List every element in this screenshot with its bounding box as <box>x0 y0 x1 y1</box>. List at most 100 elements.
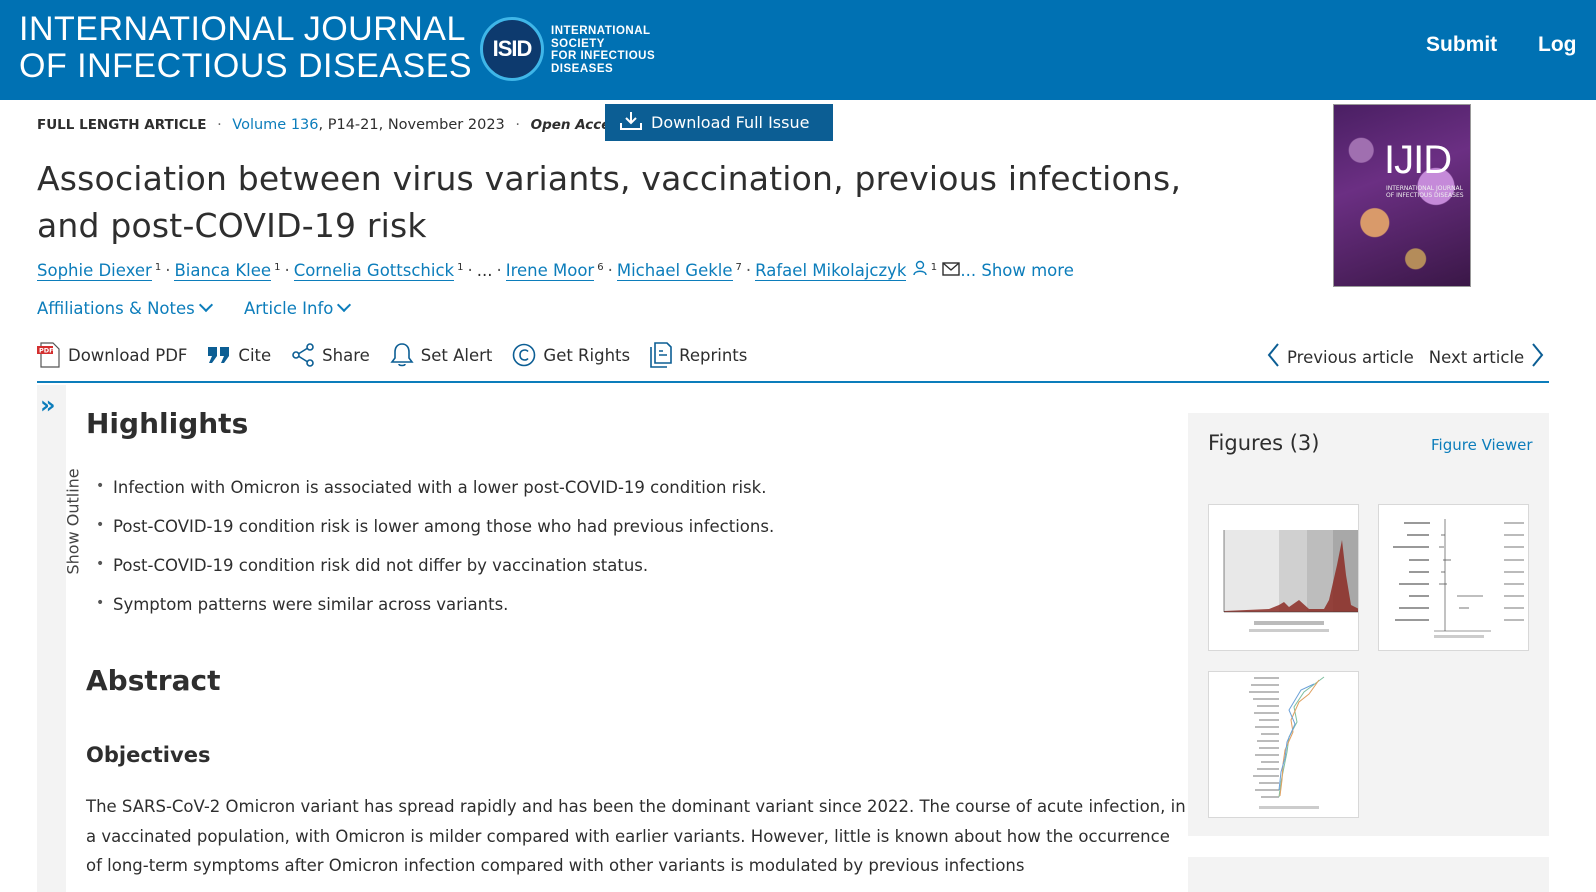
list-item: Post-COVID-19 condition risk is lower am… <box>96 517 774 556</box>
secondary-panel <box>1188 857 1549 892</box>
reprints-button[interactable]: Reprints <box>650 342 747 368</box>
article-title: Association between virus variants, vacc… <box>37 159 1182 245</box>
reprints-icon <box>650 342 672 368</box>
share-button[interactable]: Share <box>291 343 370 367</box>
chevron-down-icon <box>337 297 352 313</box>
objectives-paragraph: The SARS-CoV-2 Omicron variant has sprea… <box>86 797 1186 875</box>
cite-button[interactable]: Cite <box>207 345 271 365</box>
abstract-heading: Abstract <box>86 664 221 697</box>
share-label: Share <box>322 345 370 365</box>
get-rights-button[interactable]: Get Rights <box>512 343 630 367</box>
info-links: Affiliations & Notes Article Info <box>37 297 377 318</box>
download-pdf-label: Download PDF <box>68 345 188 365</box>
separator-dot: · <box>607 261 613 280</box>
author-link[interactable]: Bianca Klee <box>174 261 272 281</box>
isid-name-line: SOCIETY <box>551 37 605 50</box>
double-chevron-right-icon: » <box>40 391 56 419</box>
article-info-label: Article Info <box>243 299 334 318</box>
download-pdf-button[interactable]: PDF Download PDF <box>37 342 187 368</box>
objectives-heading: Objectives <box>86 743 211 767</box>
get-rights-label: Get Rights <box>543 345 631 365</box>
author-link[interactable]: Sophie Diexer <box>37 261 152 281</box>
email-icon[interactable] <box>942 261 961 280</box>
author-list: Sophie Diexer 1 · Bianca Klee 1 · Cornelia Got… <box>37 260 1074 281</box>
journal-cover-image[interactable]: IJID INTERNATIONAL JOURNAL OF INFECTIOUS… <box>1333 104 1471 287</box>
affiliations-notes-toggle[interactable]: Affiliations & Notes <box>37 297 213 318</box>
download-full-issue-button[interactable]: Download Full Issue <box>605 104 833 141</box>
share-icon <box>291 343 315 367</box>
author-affiliation-number: 1 <box>274 261 281 273</box>
journal-title-line2: OF INFECTIOUS DISEASES <box>19 47 473 85</box>
list-item: Symptom patterns were similar across var… <box>96 595 774 634</box>
list-item: Infection with Omicron is associated wit… <box>96 478 774 517</box>
show-outline-label: Show Outline <box>63 468 83 575</box>
journal-title-line1: INTERNATIONAL JOURNAL <box>19 10 466 48</box>
previous-article-label: Previous article <box>1287 347 1414 367</box>
separator-dot: · <box>284 261 290 280</box>
article-navigation: Previous article Next article <box>1266 342 1545 372</box>
cover-subtitle: INTERNATIONAL JOURNAL OF INFECTIOUS DISE… <box>1386 185 1464 199</box>
previous-article-link[interactable]: Previous article <box>1266 342 1414 372</box>
isid-name-line: DISEASES <box>551 62 614 75</box>
person-icon <box>912 260 928 280</box>
volume-link[interactable]: Volume 136 <box>232 117 318 133</box>
isid-name: INTERNATIONAL SOCIETY FOR INFECTIOUS DIS… <box>551 25 661 75</box>
isid-name-line: FOR INFECTIOUS <box>551 50 656 62</box>
show-outline-toggle[interactable]: » Show Outline <box>37 385 83 892</box>
set-alert-button[interactable]: Set Alert <box>390 342 493 368</box>
login-link[interactable]: Log <box>1538 33 1576 57</box>
separator-dot: · <box>496 261 502 280</box>
submit-link[interactable]: Submit <box>1426 33 1497 57</box>
author-affiliation-number: 1 <box>457 261 464 273</box>
quote-icon <box>207 345 231 365</box>
figures-panel: Figures (3) Figure Viewer <box>1188 413 1549 836</box>
author-link[interactable]: Irene Moor <box>505 261 595 281</box>
figure-thumbnail-1[interactable] <box>1208 504 1359 651</box>
cover-logo: IJID <box>1384 138 1452 182</box>
svg-text:PDF: PDF <box>39 347 54 355</box>
article-meta: FULL LENGTH ARTICLE · Volume 136, P14-21… <box>37 117 626 133</box>
chevron-left-icon <box>1266 342 1282 372</box>
article-info-toggle[interactable]: Article Info <box>243 297 352 318</box>
isid-logo-text: ISID <box>492 36 533 61</box>
figure-thumbnail-3[interactable] <box>1208 671 1359 818</box>
download-icon <box>619 110 651 136</box>
highlights-heading: Highlights <box>86 407 249 440</box>
download-full-issue-label: Download Full Issue <box>651 113 810 132</box>
journal-logo[interactable]: INTERNATIONAL JOURNAL OF INFECTIOUS DISE… <box>19 11 472 85</box>
author-affiliation-number: 6 <box>597 261 604 273</box>
bell-icon <box>390 342 414 368</box>
author-link[interactable]: Rafael Mikolajczyk <box>755 261 907 281</box>
author-ellipsis: ... <box>476 261 493 280</box>
next-article-link[interactable]: Next article <box>1429 342 1545 372</box>
separator-dot: · <box>745 261 752 280</box>
pdf-icon: PDF <box>37 342 61 368</box>
separator-dot: · <box>217 117 222 133</box>
highlights-list: Infection with Omicron is associated wit… <box>96 478 774 634</box>
author-link[interactable]: Cornelia Gottschick <box>293 261 455 281</box>
show-more-authors-link[interactable]: ... Show more <box>960 261 1074 280</box>
separator-dot: · <box>515 117 520 133</box>
next-article-label: Next article <box>1428 347 1525 367</box>
figure-viewer-link[interactable]: Figure Viewer <box>1431 436 1533 454</box>
pages-date: , P14-21, November 2023 <box>318 117 505 133</box>
author-affiliation-number: 1 <box>154 261 162 273</box>
toolbar-divider <box>37 381 1549 383</box>
separator-dot: · <box>467 261 473 280</box>
reprints-label: Reprints <box>679 345 748 365</box>
article-type: FULL LENGTH ARTICLE <box>37 117 207 133</box>
affiliations-label: Affiliations & Notes <box>37 299 195 318</box>
figures-title: Figures (3) <box>1208 431 1320 455</box>
list-item: Post-COVID-19 condition risk did not dif… <box>96 556 774 595</box>
set-alert-label: Set Alert <box>420 345 493 365</box>
author-affiliation-number: 7 <box>735 261 742 273</box>
isid-name-line: INTERNATIONAL <box>551 25 651 37</box>
author-link[interactable]: Michael Gekle <box>616 261 733 281</box>
copyright-icon <box>512 343 536 367</box>
site-header: INTERNATIONAL JOURNAL OF INFECTIOUS DISE… <box>0 0 1596 100</box>
chevron-down-icon <box>198 297 213 313</box>
figure-thumbnail-2[interactable] <box>1378 504 1529 651</box>
cite-label: Cite <box>238 345 272 365</box>
article-toolbar: PDF Download PDF Cite Share Set Alert Ge… <box>37 340 767 370</box>
isid-logo[interactable]: ISID <box>480 17 544 81</box>
